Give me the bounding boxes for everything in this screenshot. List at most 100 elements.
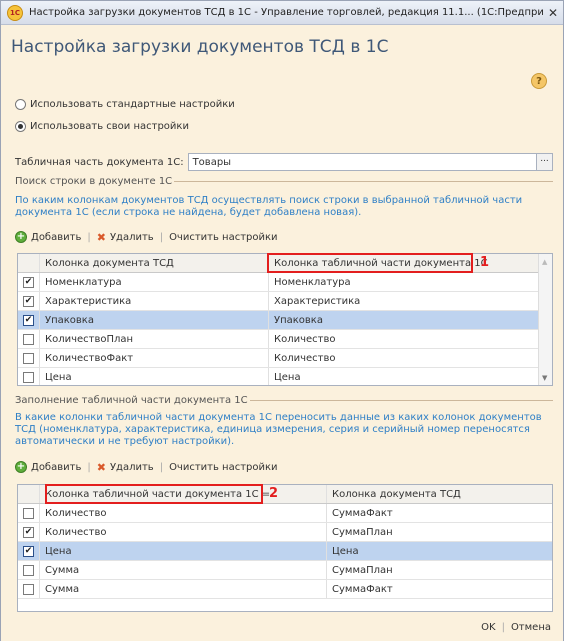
fill-table[interactable]: Колонка табличной части документа 1С = К… [17, 484, 553, 612]
ok-button[interactable]: OK [481, 622, 495, 633]
toolbar-separator: | [159, 231, 164, 243]
scroll-down-icon[interactable]: ▼ [542, 374, 547, 382]
cell-doc[interactable]: Упаковка [269, 311, 552, 329]
cell-doc[interactable]: Сумма [40, 580, 327, 598]
table-row[interactable]: ✔ Номенклатура Номенклатура [18, 273, 552, 292]
check-cell: ✔ [18, 273, 40, 291]
cell-tsd[interactable]: Характеристика [40, 292, 269, 310]
help-icon[interactable]: ? [531, 73, 547, 89]
search-toolbar: + Добавить | ✖ Удалить | Очистить настройк… [15, 229, 278, 245]
table-row[interactable]: КоличествоФакт Количество [18, 349, 552, 368]
clear-settings-button[interactable]: Очистить настройки [169, 232, 278, 243]
row-checkbox[interactable] [23, 371, 34, 383]
table-row[interactable]: Сумма СуммаПлан [18, 561, 552, 580]
search-table[interactable]: Колонка документа ТСД Колонка табличной … [17, 253, 553, 386]
radio-label: Использовать свои настройки [30, 121, 189, 132]
radio-button[interactable] [15, 121, 26, 132]
section-title: Заполнение табличной части документа 1С [15, 395, 248, 406]
cell-tsd[interactable]: КоличествоФакт [40, 349, 269, 367]
row-checkbox[interactable] [23, 333, 34, 345]
cell-doc[interactable]: Цена [40, 542, 327, 560]
cell-doc[interactable]: Количество [40, 504, 327, 522]
fill-hint: В какие колонки табличной части документ… [15, 412, 542, 447]
close-icon[interactable]: ✕ [543, 6, 563, 20]
cell-tsd[interactable]: СуммаФакт [327, 580, 552, 598]
cell-tsd[interactable]: Цена [327, 542, 552, 560]
delete-icon: ✖ [96, 460, 106, 474]
cell-tsd[interactable]: Номенклатура [40, 273, 269, 291]
row-checkbox[interactable] [23, 564, 34, 576]
row-checkbox[interactable] [23, 583, 34, 595]
row-checkbox[interactable]: ✔ [23, 276, 34, 288]
toolbar-separator: | [87, 231, 91, 243]
row-checkbox[interactable]: ✔ [23, 526, 34, 538]
delete-label: Удалить [109, 231, 154, 243]
add-label: Добавить [31, 461, 82, 473]
row-checkbox[interactable] [23, 352, 34, 364]
scroll-up-icon[interactable]: ▲ [542, 258, 547, 266]
cancel-button[interactable]: Отмена [511, 622, 551, 633]
add-button[interactable]: + Добавить [15, 231, 81, 243]
cell-tsd[interactable]: СуммаПлан [327, 561, 552, 579]
row-checkbox[interactable]: ✔ [23, 314, 34, 326]
check-cell: ✔ [18, 292, 40, 310]
radio-button[interactable] [15, 99, 26, 110]
column-header-doc[interactable]: Колонка табличной части документа 1С [269, 254, 552, 272]
delete-icon: ✖ [96, 230, 106, 244]
add-label: Добавить [31, 231, 82, 243]
clear-settings-button[interactable]: Очистить настройки [169, 462, 278, 473]
add-button[interactable]: + Добавить [15, 461, 81, 473]
section-divider [174, 181, 553, 182]
row-checkbox[interactable]: ✔ [23, 295, 34, 307]
check-cell: ✔ [18, 523, 40, 541]
cell-doc[interactable]: Характеристика [269, 292, 552, 310]
search-hint: По каким колонкам документов ТСД осущест… [15, 195, 523, 218]
cell-tsd[interactable]: Цена [40, 368, 269, 385]
cell-tsd[interactable]: КоличествоПлан [40, 330, 269, 348]
radio-custom-settings[interactable]: Использовать свои настройки [15, 121, 189, 132]
cell-doc[interactable]: Количество [269, 330, 552, 348]
cell-tsd[interactable]: Упаковка [40, 311, 269, 329]
column-header-tsd[interactable]: Колонка документа ТСД [327, 485, 552, 503]
table-row[interactable]: ✔ Характеристика Характеристика [18, 292, 552, 311]
table-row[interactable]: Количество СуммаФакт [18, 504, 552, 523]
delete-button[interactable]: ✖ Удалить [97, 461, 154, 474]
select-button[interactable]: ... [537, 153, 553, 171]
delete-button[interactable]: ✖ Удалить [97, 231, 154, 244]
column-header-tsd[interactable]: Колонка документа ТСД [40, 254, 269, 272]
table-row[interactable]: Сумма СуммаФакт [18, 580, 552, 599]
check-cell [18, 349, 40, 367]
table-row[interactable]: ✔ Количество СуммаПлан [18, 523, 552, 542]
table-row[interactable]: КоличествоПлан Количество [18, 330, 552, 349]
check-cell [18, 504, 40, 522]
check-cell: ✔ [18, 311, 40, 329]
column-header-doc[interactable]: Колонка табличной части документа 1С = [40, 485, 327, 503]
cell-doc[interactable]: Цена [269, 368, 552, 385]
cell-doc[interactable]: Количество [40, 523, 327, 541]
search-section-title: Поиск строки в документе 1С [15, 176, 553, 187]
row-checkbox[interactable] [23, 507, 34, 519]
add-icon: + [15, 231, 27, 243]
title-bar: 1С Настройка загрузки документов ТСД в 1… [1, 1, 563, 25]
annotation-number-2: 2 [269, 486, 279, 501]
check-cell [18, 368, 40, 385]
settings-window: 1С Настройка загрузки документов ТСД в 1… [0, 0, 564, 641]
cell-doc[interactable]: Количество [269, 349, 552, 367]
tabular-part-field[interactable]: Товары [187, 153, 537, 171]
cell-doc[interactable]: Сумма [40, 561, 327, 579]
table-row[interactable]: ✔ Цена Цена [18, 542, 552, 561]
cell-tsd[interactable]: СуммаФакт [327, 504, 552, 522]
table-header: Колонка документа ТСД Колонка табличной … [18, 254, 552, 273]
table-row[interactable]: ✔ Упаковка Упаковка [18, 311, 552, 330]
cell-tsd[interactable]: СуммаПлан [327, 523, 552, 541]
fill-section-title: Заполнение табличной части документа 1С [15, 395, 553, 406]
window-title: Настройка загрузки документов ТСД в 1С -… [29, 7, 543, 18]
table-row[interactable]: Цена Цена [18, 368, 552, 385]
cell-doc[interactable]: Номенклатура [269, 273, 552, 291]
section-title: Поиск строки в документе 1С [15, 176, 173, 187]
row-checkbox[interactable]: ✔ [23, 545, 34, 557]
radio-standard-settings[interactable]: Использовать стандартные настройки [15, 99, 235, 110]
tabular-part-label: Табличная часть документа 1С: [15, 156, 184, 168]
vertical-scrollbar[interactable]: ▲ ▼ [538, 254, 552, 385]
check-cell [18, 561, 40, 579]
